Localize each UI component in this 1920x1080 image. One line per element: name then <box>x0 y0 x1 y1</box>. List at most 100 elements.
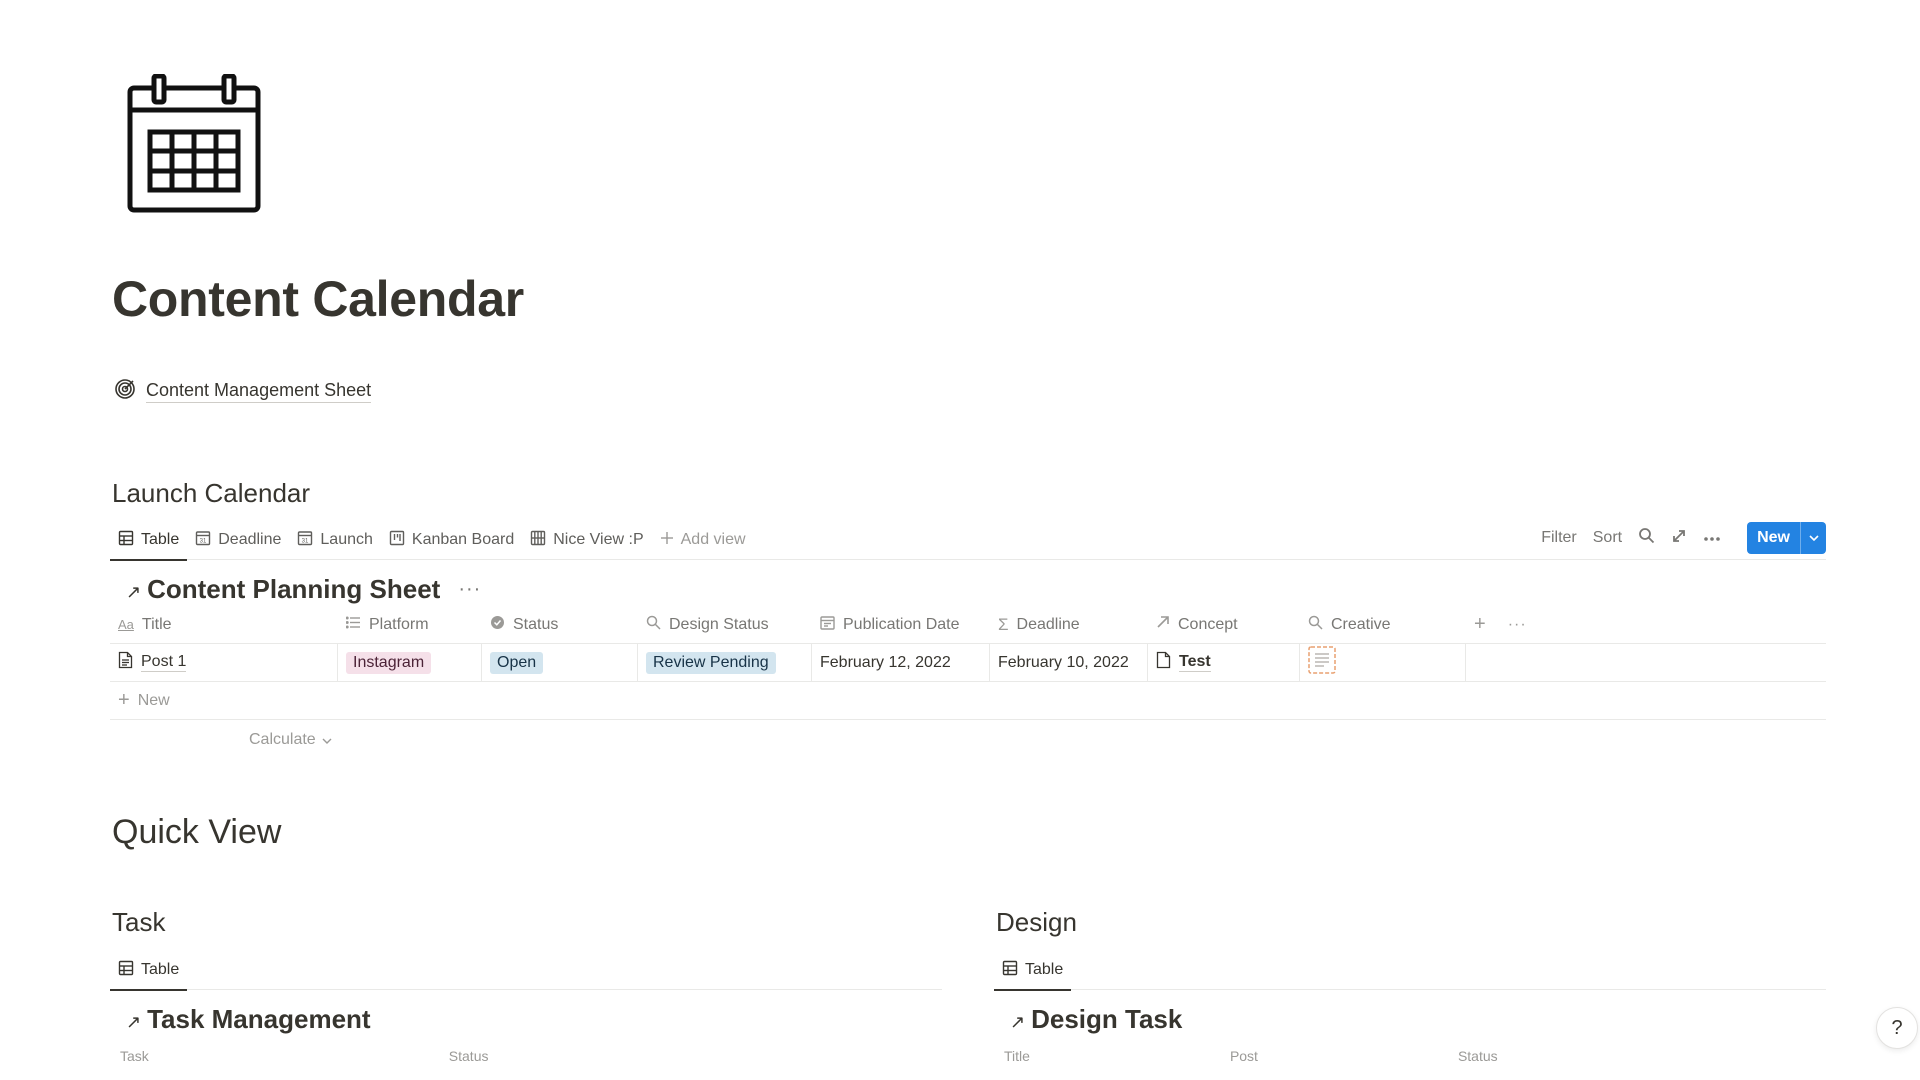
design-status-tag: Review Pending <box>646 651 776 674</box>
chevron-down-icon[interactable] <box>1800 522 1826 554</box>
column-label: Deadline <box>1016 615 1080 633</box>
cell-platform[interactable]: Instagram <box>338 644 482 681</box>
tab-deadline[interactable]: 31 Deadline <box>187 520 289 560</box>
tab-label: Add view <box>680 531 746 548</box>
tab-kanban-board[interactable]: Kanban Board <box>381 520 522 560</box>
cell-status[interactable]: Open <box>482 644 638 681</box>
relation-arrow-icon <box>1156 615 1170 634</box>
db-title-text: Design Task <box>1031 1004 1183 1034</box>
svg-text:31: 31 <box>302 538 309 544</box>
tab-table[interactable]: Table <box>110 950 188 991</box>
tab-table[interactable]: Table <box>110 520 188 561</box>
new-row-label: New <box>137 691 170 709</box>
calendar-view-icon: 31 <box>297 530 313 551</box>
column-label: Platform <box>369 615 429 633</box>
content-planning-title[interactable]: ↗ Content Planning Sheet ··· <box>126 574 481 605</box>
column-label: Design Status <box>669 615 769 633</box>
ellipsis-icon <box>1703 529 1721 547</box>
cell-creative[interactable] <box>1300 644 1466 681</box>
help-button[interactable]: ? <box>1876 1007 1918 1049</box>
new-button[interactable]: New <box>1747 522 1826 554</box>
platform-tag: Instagram <box>346 651 432 674</box>
table-header: Aa Title Platform Status Design Status P… <box>110 606 1826 644</box>
linked-arrow-icon: ↗ <box>126 1012 142 1032</box>
search-icon <box>646 615 661 635</box>
page-icon <box>1156 651 1171 674</box>
page-title: Content Calendar <box>112 271 524 327</box>
text-property-icon: Aa <box>118 617 134 632</box>
search-icon <box>1638 527 1655 549</box>
column-publication-date[interactable]: Publication Date <box>812 606 990 643</box>
column-label: Status <box>513 615 559 633</box>
new-button-label: New <box>1757 529 1790 546</box>
cell-design-status[interactable]: Review Pending <box>638 644 812 681</box>
cell-concept[interactable]: Test <box>1148 644 1300 681</box>
calculate-label: Calculate <box>249 731 316 748</box>
launch-calendar-heading: Launch Calendar <box>112 478 311 508</box>
search-icon <box>1308 615 1323 635</box>
new-row-button[interactable]: + New <box>110 682 1826 720</box>
design-heading: Design <box>996 907 1077 937</box>
cell-title[interactable]: Post 1 <box>110 644 338 681</box>
table-icon <box>1002 960 1018 981</box>
target-icon <box>114 378 136 405</box>
add-view-button[interactable]: Add view <box>652 520 754 560</box>
filter-button[interactable]: Filter <box>1533 522 1585 554</box>
column-design-status[interactable]: Design Status <box>638 606 812 643</box>
cell-empty <box>1466 644 1546 681</box>
row-title: Post 1 <box>141 653 187 672</box>
gallery-icon <box>530 530 546 551</box>
column-label: Publication Date <box>843 615 960 633</box>
column-concept[interactable]: Concept <box>1148 606 1300 643</box>
column-platform[interactable]: Platform <box>338 606 482 643</box>
plus-icon: + <box>118 689 130 711</box>
concept-link: Test <box>1179 653 1211 672</box>
expand-icon <box>1671 528 1687 549</box>
column-label: Concept <box>1178 615 1238 633</box>
column-creative[interactable]: Creative <box>1300 606 1466 643</box>
cell-publication-date[interactable]: February 12, 2022 <box>812 644 990 681</box>
search-button[interactable] <box>1630 522 1663 554</box>
column-label: Status <box>448 1048 489 1064</box>
content-management-link[interactable]: Content Management Sheet <box>114 378 372 405</box>
table-icon <box>118 960 134 981</box>
calculate-button[interactable]: Calculate <box>249 731 332 749</box>
more-options-button[interactable] <box>1695 522 1729 554</box>
column-label: Creative <box>1331 615 1391 633</box>
tab-nice-view[interactable]: Nice View :P <box>522 520 651 560</box>
expand-button[interactable] <box>1663 522 1695 554</box>
sort-button[interactable]: Sort <box>1585 522 1630 554</box>
task-management-title[interactable]: ↗ Task Management <box>126 1004 371 1035</box>
table-row[interactable]: Post 1 Instagram Open Review Pending Feb… <box>110 644 1826 682</box>
page-icon <box>118 651 133 674</box>
ellipsis-icon[interactable]: ··· <box>458 578 481 601</box>
tab-label: Table <box>141 531 180 548</box>
db-title-text: Content Planning Sheet <box>147 574 441 604</box>
column-status[interactable]: Status <box>482 606 638 643</box>
column-deadline[interactable]: Σ Deadline <box>990 606 1148 643</box>
calendar-icon[interactable] <box>126 73 262 214</box>
status-icon <box>490 615 505 635</box>
db-title-text: Task Management <box>147 1004 371 1034</box>
table-icon <box>118 530 134 551</box>
content-planning-table: Aa Title Platform Status Design Status P… <box>110 606 1826 720</box>
chevron-down-icon <box>322 731 332 749</box>
link-label: Content Management Sheet <box>146 380 372 403</box>
tab-label: Launch <box>320 531 373 548</box>
add-property-icon[interactable]: + <box>1474 613 1486 636</box>
list-icon <box>345 616 361 634</box>
ellipsis-icon[interactable]: ··· <box>1508 616 1527 634</box>
task-table-header-cut: Task Status <box>120 1048 489 1064</box>
tab-label: Table <box>141 961 180 978</box>
design-task-title[interactable]: ↗ Design Task <box>1010 1004 1182 1035</box>
tab-table[interactable]: Table <box>994 950 1072 991</box>
column-label: Title <box>141 615 172 633</box>
tab-launch[interactable]: 31 Launch <box>289 520 381 560</box>
tab-label: Deadline <box>218 531 282 548</box>
creative-thumbnail-icon[interactable] <box>1308 646 1336 679</box>
calendar-property-icon <box>820 615 835 635</box>
column-label: Post <box>1229 1048 1258 1064</box>
column-title[interactable]: Aa Title <box>110 606 338 643</box>
cell-deadline[interactable]: February 10, 2022 <box>990 644 1148 681</box>
column-label: Status <box>1457 1048 1498 1064</box>
